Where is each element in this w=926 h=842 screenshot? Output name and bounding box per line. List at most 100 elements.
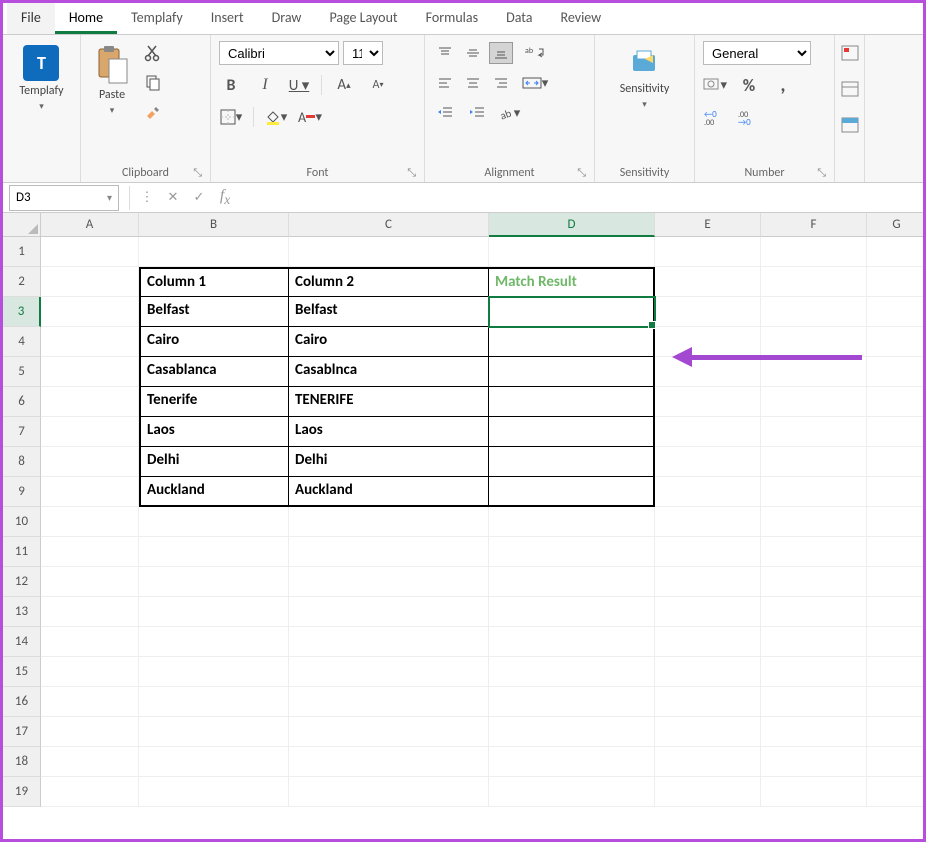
cell-D7[interactable] <box>489 417 655 447</box>
font-size-select[interactable]: 11 <box>343 41 383 65</box>
cell-A11[interactable] <box>41 537 139 567</box>
row-header-1[interactable]: 1 <box>3 237 41 267</box>
column-header-A[interactable]: A <box>41 213 139 237</box>
cell-A7[interactable] <box>41 417 139 447</box>
column-header-G[interactable]: G <box>867 213 923 237</box>
cell-G5[interactable] <box>867 357 923 387</box>
row-header-7[interactable]: 7 <box>3 417 41 447</box>
row-header-4[interactable]: 4 <box>3 327 41 357</box>
column-header-D[interactable]: D <box>489 213 655 237</box>
cell-C13[interactable] <box>289 597 489 627</box>
cell-D3[interactable] <box>489 297 655 327</box>
cell-F3[interactable] <box>761 297 867 327</box>
align-middle-button[interactable] <box>461 42 485 64</box>
increase-font-button[interactable]: A▴ <box>332 73 356 97</box>
percent-button[interactable]: % <box>737 73 761 97</box>
cell-E15[interactable] <box>655 657 761 687</box>
sensitivity-button[interactable]: Sensitivity ▾ <box>614 41 676 114</box>
cell-F8[interactable] <box>761 447 867 477</box>
cell-A1[interactable] <box>41 237 139 267</box>
cell-A10[interactable] <box>41 507 139 537</box>
cell-A19[interactable] <box>41 777 139 807</box>
cell-A14[interactable] <box>41 627 139 657</box>
tab-data[interactable]: Data <box>492 3 546 34</box>
cell-B16[interactable] <box>139 687 289 717</box>
cell-E10[interactable] <box>655 507 761 537</box>
tab-review[interactable]: Review <box>547 3 616 34</box>
cell-E17[interactable] <box>655 717 761 747</box>
tab-home[interactable]: Home <box>55 3 117 34</box>
menu-dots-button[interactable]: ⋮ <box>134 185 160 211</box>
wrap-text-button[interactable]: ab <box>517 41 553 65</box>
cell-A13[interactable] <box>41 597 139 627</box>
cell-D11[interactable] <box>489 537 655 567</box>
cell-E13[interactable] <box>655 597 761 627</box>
cell-E9[interactable] <box>655 477 761 507</box>
cell-D6[interactable] <box>489 387 655 417</box>
cell-D8[interactable] <box>489 447 655 477</box>
format-table-button[interactable] <box>838 77 862 101</box>
cell-B8[interactable]: Delhi <box>139 447 289 477</box>
cell-F9[interactable] <box>761 477 867 507</box>
font-name-select[interactable]: Calibri <box>219 41 339 65</box>
cell-B18[interactable] <box>139 747 289 777</box>
align-bottom-button[interactable] <box>489 42 513 64</box>
cell-D19[interactable] <box>489 777 655 807</box>
cell-F2[interactable] <box>761 267 867 297</box>
row-header-5[interactable]: 5 <box>3 357 41 387</box>
cell-styles-button[interactable] <box>838 113 862 137</box>
cell-A4[interactable] <box>41 327 139 357</box>
cell-C2[interactable]: Column 2 <box>289 267 489 297</box>
cell-D2[interactable]: Match Result <box>489 267 655 297</box>
cell-B12[interactable] <box>139 567 289 597</box>
cell-F12[interactable] <box>761 567 867 597</box>
cell-G15[interactable] <box>867 657 923 687</box>
borders-button[interactable]: ▾ <box>219 105 243 129</box>
insert-function-button[interactable]: fx <box>212 185 238 211</box>
cell-D4[interactable] <box>489 327 655 357</box>
cell-B13[interactable] <box>139 597 289 627</box>
cell-G2[interactable] <box>867 267 923 297</box>
row-header-16[interactable]: 16 <box>3 687 41 717</box>
cell-B4[interactable]: Cairo <box>139 327 289 357</box>
cell-A17[interactable] <box>41 717 139 747</box>
cell-B14[interactable] <box>139 627 289 657</box>
align-left-button[interactable] <box>433 72 457 94</box>
cell-E2[interactable] <box>655 267 761 297</box>
cell-B2[interactable]: Column 1 <box>139 267 289 297</box>
column-header-F[interactable]: F <box>761 213 867 237</box>
cell-G11[interactable] <box>867 537 923 567</box>
paste-button[interactable]: Paste ▾ <box>89 41 135 120</box>
accounting-format-button[interactable]: ▾ <box>703 73 727 97</box>
cell-A6[interactable] <box>41 387 139 417</box>
cell-G4[interactable] <box>867 327 923 357</box>
column-header-C[interactable]: C <box>289 213 489 237</box>
cell-F17[interactable] <box>761 717 867 747</box>
cell-G3[interactable] <box>867 297 923 327</box>
cell-G17[interactable] <box>867 717 923 747</box>
tab-draw[interactable]: Draw <box>258 3 316 34</box>
templafy-button[interactable]: T Templafy ▾ <box>13 41 69 116</box>
cell-G8[interactable] <box>867 447 923 477</box>
cell-C12[interactable] <box>289 567 489 597</box>
alignment-launcher[interactable]: ⤡ <box>577 166 586 180</box>
cell-A16[interactable] <box>41 687 139 717</box>
cell-C10[interactable] <box>289 507 489 537</box>
cell-F13[interactable] <box>761 597 867 627</box>
row-header-14[interactable]: 14 <box>3 627 41 657</box>
decrease-indent-button[interactable] <box>433 101 457 125</box>
cell-D14[interactable] <box>489 627 655 657</box>
comma-button[interactable]: , <box>771 73 795 97</box>
cut-button[interactable] <box>141 41 165 65</box>
cell-E12[interactable] <box>655 567 761 597</box>
cell-C5[interactable]: Casablnca <box>289 357 489 387</box>
row-header-10[interactable]: 10 <box>3 507 41 537</box>
cell-G19[interactable] <box>867 777 923 807</box>
cell-C15[interactable] <box>289 657 489 687</box>
cell-A5[interactable] <box>41 357 139 387</box>
clipboard-launcher[interactable]: ⤡ <box>193 166 202 180</box>
cell-B17[interactable] <box>139 717 289 747</box>
cell-A15[interactable] <box>41 657 139 687</box>
cell-C17[interactable] <box>289 717 489 747</box>
cell-C6[interactable]: TENERIFE <box>289 387 489 417</box>
